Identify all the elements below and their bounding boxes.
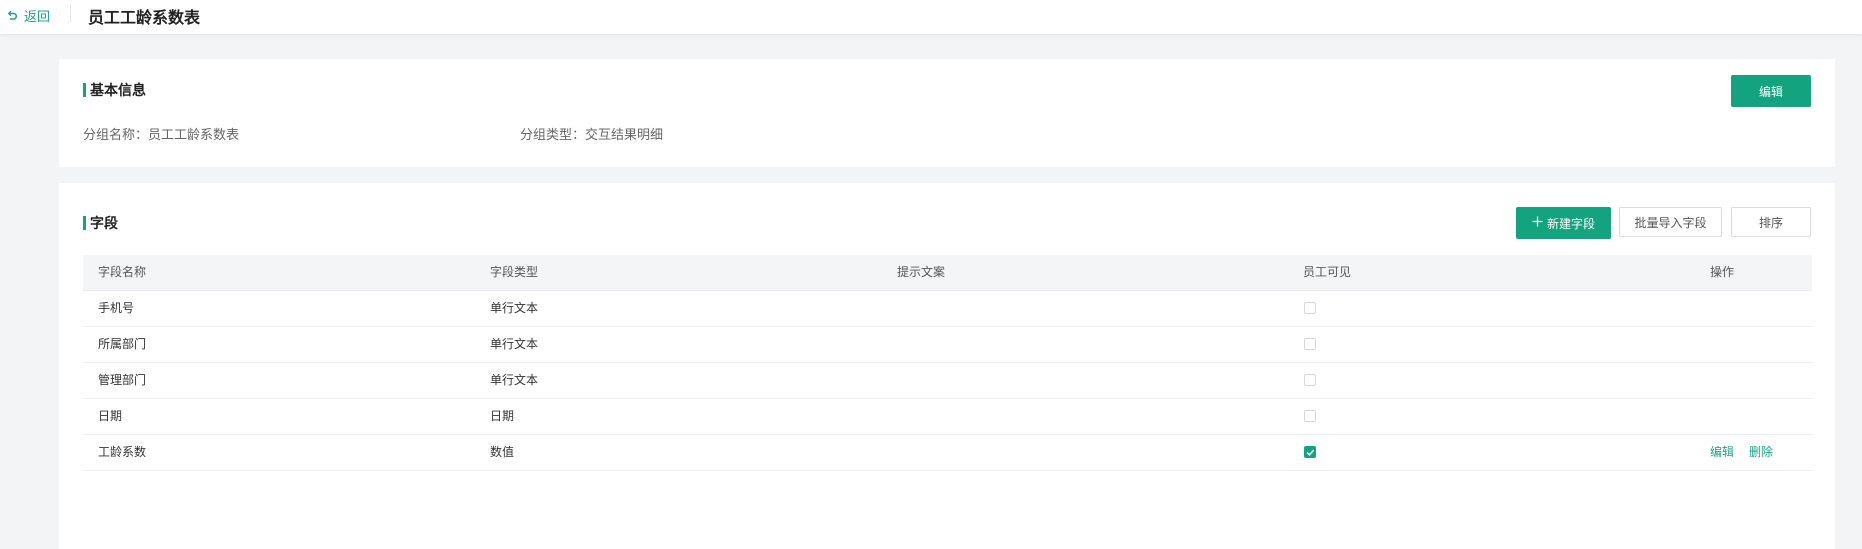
- table-row: 日期 日期: [83, 399, 1812, 435]
- column-header-name: 字段名称: [98, 265, 147, 279]
- visible-checkbox[interactable]: [1304, 302, 1316, 314]
- table-row: 手机号 单行文本: [83, 291, 1812, 327]
- field-type: 数值: [490, 445, 515, 459]
- field-name: 日期: [98, 409, 123, 423]
- sort-button[interactable]: 排序: [1731, 207, 1811, 237]
- group-type-key: 分组类型：: [520, 127, 586, 142]
- visible-checkbox[interactable]: [1304, 410, 1316, 422]
- new-field-label: 新建字段: [1546, 216, 1595, 231]
- column-header-visible: 员工可见: [1303, 265, 1352, 279]
- table-header: 字段名称 字段类型 提示文案 员工可见 操作: [83, 255, 1812, 291]
- field-type: 日期: [490, 409, 515, 423]
- top-bar: 返回 员工工龄系数表: [0, 0, 1862, 34]
- fields-title: 字段: [83, 215, 118, 231]
- group-name-info: 分组名称：员工工龄系数表: [83, 124, 239, 143]
- group-type-info: 分组类型：交互结果明细: [520, 124, 663, 143]
- header-divider: [70, 6, 71, 22]
- new-field-button[interactable]: 新建字段: [1516, 207, 1611, 239]
- visible-checkbox[interactable]: [1304, 446, 1316, 458]
- group-type-value: 交互结果明细: [585, 127, 664, 142]
- back-label: 返回: [24, 8, 51, 24]
- table-row: 管理部门 单行文本: [83, 363, 1812, 399]
- table-row: 工龄系数 数值 编辑 删除: [83, 435, 1812, 471]
- field-name: 所属部门: [98, 337, 147, 351]
- back-button[interactable]: 返回: [6, 5, 50, 25]
- undo-arrow-icon: [6, 9, 18, 21]
- column-header-type: 字段类型: [490, 265, 539, 279]
- field-type: 单行文本: [490, 337, 539, 351]
- visible-checkbox[interactable]: [1304, 338, 1316, 350]
- field-name: 工龄系数: [98, 445, 147, 459]
- row-delete-link[interactable]: 删除: [1749, 435, 1773, 470]
- field-name: 管理部门: [98, 373, 147, 387]
- basic-info-title: 基本信息: [83, 82, 146, 98]
- fields-table: 字段名称 字段类型 提示文案 员工可见 操作 手机号 单行文本 所属部门 单行文…: [83, 255, 1812, 471]
- field-type: 单行文本: [490, 373, 539, 387]
- basic-info-card: 基本信息 编辑 分组名称：员工工龄系数表 分组类型：交互结果明细: [59, 59, 1835, 167]
- edit-basic-button[interactable]: 编辑: [1731, 75, 1811, 107]
- row-edit-link[interactable]: 编辑: [1710, 435, 1734, 470]
- table-row: 所属部门 单行文本: [83, 327, 1812, 363]
- plus-icon: [1532, 216, 1543, 230]
- column-header-actions: 操作: [1710, 265, 1735, 279]
- column-header-hint: 提示文案: [897, 265, 946, 279]
- fields-card: 字段 新建字段 批量导入字段 排序 字段名称 字段类型 提示文案 员工可见 操作…: [59, 183, 1835, 549]
- group-name-value: 员工工龄系数表: [148, 127, 240, 142]
- page-title: 员工工龄系数表: [88, 10, 201, 27]
- field-type: 单行文本: [490, 301, 539, 315]
- visible-checkbox[interactable]: [1304, 374, 1316, 386]
- field-name: 手机号: [98, 301, 135, 315]
- group-name-key: 分组名称：: [83, 127, 149, 142]
- batch-import-button[interactable]: 批量导入字段: [1619, 207, 1722, 237]
